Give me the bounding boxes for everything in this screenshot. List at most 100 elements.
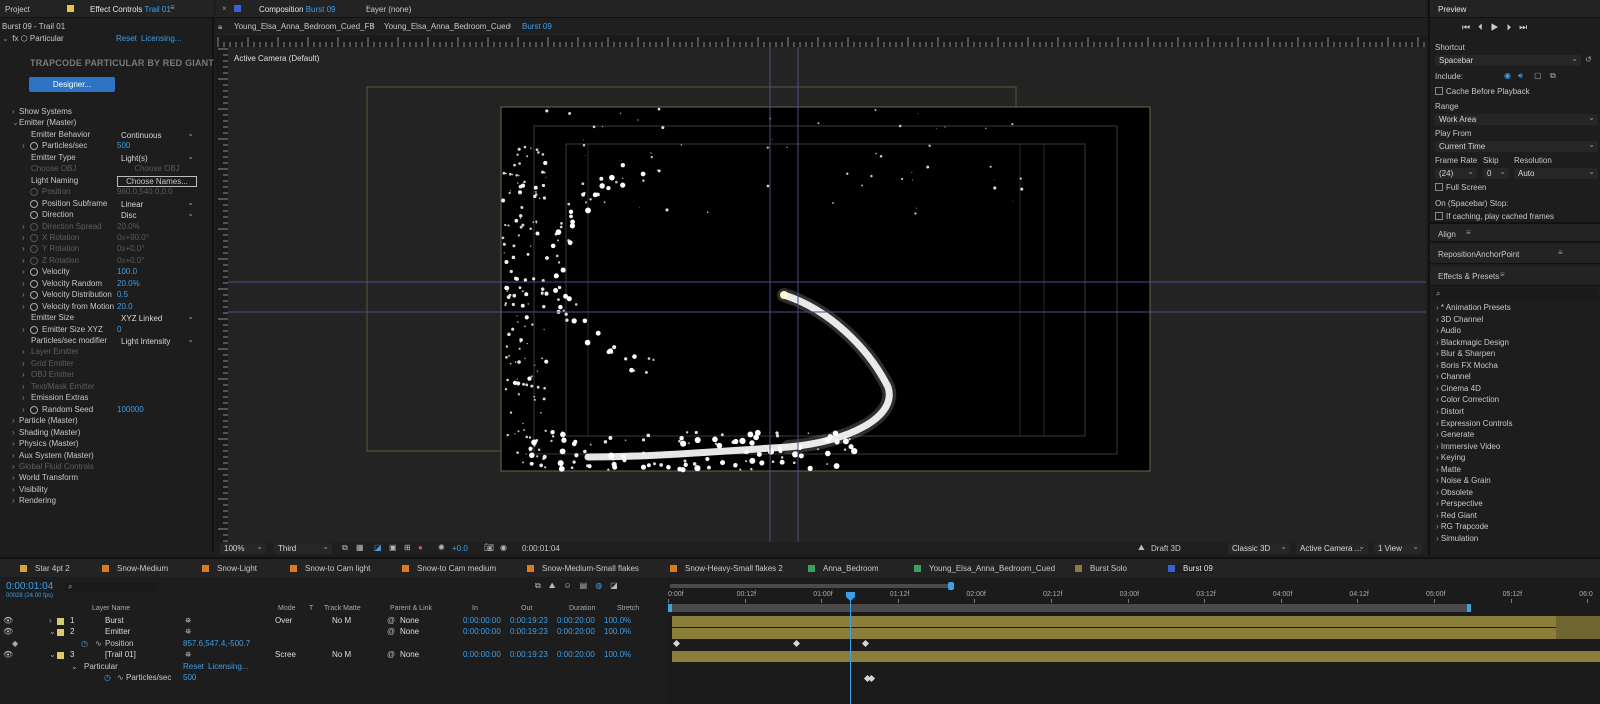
header-layer-name[interactable]: Layer Name bbox=[92, 605, 130, 612]
twirl-icon[interactable]: ⌄ bbox=[49, 650, 56, 659]
snapshot-camera-icon[interactable]: 📷︎ bbox=[484, 543, 494, 552]
expand-twirl-icon[interactable]: ⌄ bbox=[12, 118, 19, 127]
effects-category-item[interactable]: › Matte bbox=[1436, 465, 1461, 474]
effect-property-row[interactable]: › Physics (Master) bbox=[0, 439, 212, 450]
layer-mode[interactable]: Over bbox=[275, 616, 292, 625]
effects-category-item[interactable]: › RG Trapcode bbox=[1436, 522, 1488, 531]
effect-property-row[interactable]: › Visibility bbox=[0, 485, 212, 496]
effect-property-row[interactable]: › Emitter Size XYZ 0 bbox=[0, 325, 212, 336]
stopwatch-icon[interactable] bbox=[30, 211, 38, 220]
first-frame-icon[interactable]: ⏮ bbox=[1462, 22, 1478, 32]
timeline-tab[interactable]: Star 4pt 2 bbox=[20, 564, 70, 573]
timeline-tab[interactable]: Burst 09 bbox=[1168, 564, 1213, 573]
expand-twirl-icon[interactable]: › bbox=[12, 496, 15, 505]
effect-property-row[interactable]: › X Rotation 0x+90.0° bbox=[0, 233, 212, 244]
effects-category-item[interactable]: › 3D Channel bbox=[1436, 315, 1483, 324]
header-duration[interactable]: Duration bbox=[569, 605, 595, 612]
graph-editor-icon[interactable]: ◪ bbox=[610, 581, 626, 590]
twirl-icon[interactable]: ⌄ bbox=[49, 627, 56, 636]
tab-effect-controls[interactable]: Effect Controls Trail 01 bbox=[90, 5, 171, 14]
effect-property-row[interactable]: Emitter Size XYZ Linked bbox=[0, 311, 212, 325]
layer-out[interactable]: 0:00:19:23 bbox=[510, 650, 548, 659]
layer-row[interactable]: 👁︎ › 1 Burst Over No M None 0:00:00:00 0:00:19:2… bbox=[0, 616, 668, 627]
effect-property-row[interactable]: Choose OBJ Choose OBJ bbox=[0, 164, 212, 175]
effects-category-item[interactable]: › Color Correction bbox=[1436, 395, 1499, 404]
property-row[interactable]: ◷ ∿ Particles/sec 500 bbox=[0, 673, 668, 684]
effects-category-item[interactable]: › Blur & Sharpen bbox=[1436, 349, 1495, 358]
expand-twirl-icon[interactable]: › bbox=[12, 462, 15, 471]
transparency-grid-icon[interactable]: ▦ bbox=[356, 543, 364, 552]
draft-3d-toggle[interactable]: Draft 3D bbox=[1151, 544, 1181, 553]
effect-property-row[interactable]: Particles/sec modifier Light Intensity bbox=[0, 334, 212, 347]
mask-visibility-icon[interactable]: ◪ bbox=[374, 543, 382, 552]
effects-presets-title[interactable]: Effects & Presets bbox=[1438, 272, 1499, 281]
panel-menu-icon[interactable]: ≡ bbox=[1500, 270, 1505, 279]
exposure-value[interactable]: +0.0 bbox=[452, 544, 468, 553]
effect-property-row[interactable]: › Y Rotation 0x+0.0° bbox=[0, 244, 212, 255]
effect-property-row[interactable]: › Show Systems bbox=[0, 107, 212, 118]
position-value[interactable]: 857.6,547.4,-500.7 bbox=[183, 639, 250, 648]
stopwatch-icon[interactable] bbox=[30, 188, 38, 197]
reset-icon[interactable]: ↺ bbox=[1585, 55, 1592, 64]
expand-twirl-icon[interactable]: › bbox=[12, 107, 15, 116]
keyframe[interactable] bbox=[672, 639, 681, 648]
effect-reset-link[interactable]: Reset bbox=[183, 662, 204, 671]
effect-property-row[interactable]: › Shading (Master) bbox=[0, 428, 212, 439]
include-video-icon[interactable]: ◉ bbox=[1504, 71, 1511, 80]
layer-in[interactable]: 0:00:00:00 bbox=[463, 627, 501, 636]
effects-category-item[interactable]: › Distort bbox=[1436, 407, 1464, 416]
property-row[interactable]: ◆ ◷ ∿ Position 857.6,547.4,-500.7 bbox=[0, 639, 668, 650]
effect-property-row[interactable]: › Velocity Distribution 0.5 bbox=[0, 290, 212, 301]
navigator-end-handle[interactable] bbox=[948, 582, 954, 590]
expand-twirl-icon[interactable]: › bbox=[12, 428, 15, 437]
effects-category-item[interactable]: › Expression Controls bbox=[1436, 419, 1512, 428]
keyframe-nav-icon[interactable]: ◆ bbox=[12, 639, 18, 648]
expand-twirl-icon[interactable]: › bbox=[22, 359, 25, 368]
property-value[interactable]: 0.5 bbox=[117, 290, 128, 299]
property-dropdown[interactable]: Continuous bbox=[117, 128, 197, 141]
stopwatch-icon[interactable] bbox=[30, 199, 38, 208]
breadcrumb-item[interactable]: Young_Elsa_Anna_Bedroom_Cued bbox=[384, 22, 510, 31]
comp-flowchart-icon[interactable]: ⧉ bbox=[535, 581, 549, 590]
layer-parent[interactable]: None bbox=[400, 627, 419, 636]
resolution-select[interactable]: Auto bbox=[1514, 166, 1598, 179]
stopwatch-icon[interactable]: ◷ bbox=[104, 673, 111, 682]
last-frame-icon[interactable]: ⏭ bbox=[1519, 22, 1535, 32]
panel-menu-icon[interactable]: ≡ bbox=[1466, 228, 1471, 237]
effects-category-item[interactable]: › * Animation Presets bbox=[1436, 303, 1511, 312]
keyframe[interactable] bbox=[861, 639, 870, 648]
twirl-icon[interactable]: › bbox=[49, 616, 52, 625]
layer-stretch[interactable]: 100.0% bbox=[604, 650, 631, 659]
pick-whip-icon[interactable]: @ bbox=[387, 616, 395, 625]
header-t[interactable]: T bbox=[309, 605, 313, 612]
next-frame-icon[interactable]: ⏵ bbox=[1507, 22, 1520, 32]
draft-3d-icon[interactable]: ⛰︎ bbox=[1138, 543, 1145, 553]
layer-duration[interactable]: 0:00:20:00 bbox=[557, 616, 595, 625]
effect-property-row[interactable]: ⌄ Emitter (Master) bbox=[0, 118, 212, 129]
expand-twirl-icon[interactable]: › bbox=[22, 405, 25, 414]
time-navigator[interactable] bbox=[670, 584, 952, 588]
effect-property-row[interactable]: Position 960.0,540.0,0.0 bbox=[0, 187, 212, 198]
motion-blur-icon[interactable]: ◍ bbox=[595, 581, 610, 590]
guides-icon[interactable]: ▣ bbox=[389, 543, 397, 552]
stopwatch-icon[interactable] bbox=[30, 245, 38, 254]
work-area-start[interactable] bbox=[668, 604, 672, 612]
keyframe[interactable] bbox=[792, 639, 801, 648]
expand-twirl-icon[interactable]: › bbox=[22, 256, 25, 265]
expand-twirl-icon[interactable]: › bbox=[22, 325, 25, 334]
playhead[interactable] bbox=[850, 592, 851, 704]
camera-view-select[interactable]: Active Camera ... bbox=[1296, 541, 1368, 554]
effects-category-item[interactable]: › Red Giant bbox=[1436, 511, 1477, 520]
layer-duration[interactable]: 0:00:20:00 bbox=[557, 627, 595, 636]
stopwatch-icon[interactable]: ◷ bbox=[81, 639, 88, 648]
timeline-tab[interactable]: Snow-Medium bbox=[102, 564, 168, 573]
stopwatch-icon[interactable] bbox=[30, 256, 38, 265]
effect-reset-link[interactable]: Reset bbox=[116, 34, 137, 43]
property-value[interactable]: 100000 bbox=[117, 405, 144, 414]
expand-twirl-icon[interactable]: › bbox=[22, 347, 25, 356]
effects-category-item[interactable]: › Noise & Grain bbox=[1436, 476, 1491, 485]
property-value[interactable]: 100.0 bbox=[117, 267, 137, 276]
property-value[interactable]: 20.0 bbox=[117, 302, 133, 311]
expand-twirl-icon[interactable]: › bbox=[22, 267, 25, 276]
layer-row[interactable]: 👁︎ ⌄ 2 Emitter None 0:00:00:00 0:00:19:23 0:00:… bbox=[0, 627, 668, 638]
